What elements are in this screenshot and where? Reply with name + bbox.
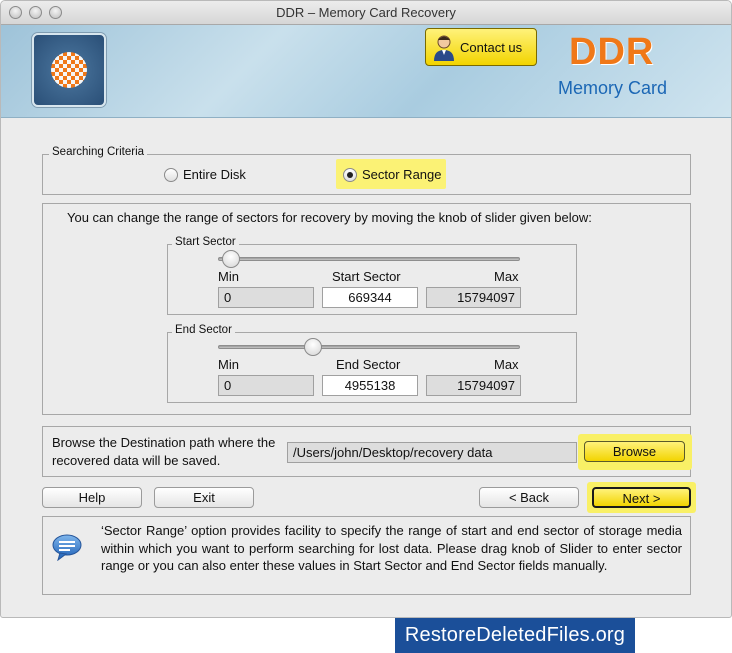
start-sector-input[interactable]: 669344 — [322, 287, 418, 308]
info-text: ‘Sector Range’ option provides facility … — [101, 523, 682, 573]
app-header: Contact us DDR Memory Card — [1, 25, 731, 118]
radio-off-icon — [164, 167, 178, 182]
searching-criteria-legend: Searching Criteria — [49, 146, 148, 158]
end-sector-slider-knob[interactable] — [303, 338, 322, 356]
title-bar: DDR – Memory Card Recovery — [1, 1, 731, 25]
destination-description: Browse the Destination path where the re… — [52, 435, 276, 468]
sector-range-label: Sector Range — [362, 167, 442, 182]
radio-on-icon — [343, 167, 357, 182]
end-mid-label: End Sector — [336, 357, 401, 372]
start-min-field: 0 — [218, 287, 314, 308]
contact-us-label: Contact us — [460, 39, 523, 55]
start-sector-slider-knob[interactable] — [221, 250, 240, 268]
start-sector-slider[interactable] — [218, 257, 520, 261]
footer-banner: RestoreDeletedFiles.org — [395, 618, 635, 653]
support-person-icon — [432, 33, 456, 61]
end-min-label: Min — [218, 357, 239, 372]
start-max-label: Max — [494, 269, 519, 284]
end-sector-input[interactable]: 4955138 — [322, 375, 418, 396]
app-window: DDR – Memory Card Recovery Contact us DD… — [0, 0, 732, 618]
brand-logo-text: DDR — [569, 31, 655, 73]
end-max-field: 15794097 — [426, 375, 521, 396]
checker-logo-icon — [51, 52, 87, 88]
start-max-field: 15794097 — [426, 287, 521, 308]
sector-range-panel: You can change the range of sectors for … — [42, 203, 691, 415]
start-sector-legend: Start Sector — [172, 236, 239, 248]
end-sector-slider[interactable] — [218, 345, 520, 349]
exit-button[interactable]: Exit — [154, 487, 254, 508]
end-max-label: Max — [494, 357, 519, 372]
entire-disk-label: Entire Disk — [183, 167, 246, 182]
window-title: DDR – Memory Card Recovery — [276, 5, 456, 20]
contact-us-button[interactable]: Contact us — [425, 28, 537, 66]
start-sector-group: Start Sector Min Start Sector Max 0 6693… — [167, 236, 577, 315]
help-button[interactable]: Help — [42, 487, 142, 508]
end-sector-legend: End Sector — [172, 324, 235, 336]
info-panel: ‘Sector Range’ option provides facility … — [42, 516, 691, 595]
range-instruction: You can change the range of sectors for … — [67, 210, 592, 225]
searching-criteria-group: Searching Criteria Entire Disk Sector Ra… — [42, 146, 691, 195]
back-button[interactable]: < Back — [479, 487, 579, 508]
end-sector-group: End Sector Min End Sector Max 0 4955138 … — [167, 324, 577, 403]
next-button[interactable]: Next > — [592, 487, 691, 508]
app-logo — [32, 33, 106, 107]
destination-panel: Browse the Destination path where the re… — [42, 426, 692, 477]
destination-path-field[interactable]: /Users/john/Desktop/recovery data — [287, 442, 577, 463]
browse-button[interactable]: Browse — [584, 441, 685, 462]
sector-range-radio[interactable]: Sector Range — [343, 167, 442, 182]
speech-bubble-icon — [51, 533, 83, 562]
end-min-field: 0 — [218, 375, 314, 396]
entire-disk-radio[interactable]: Entire Disk — [164, 167, 246, 182]
start-min-label: Min — [218, 269, 239, 284]
start-mid-label: Start Sector — [332, 269, 401, 284]
brand-subtitle: Memory Card — [558, 78, 668, 98]
